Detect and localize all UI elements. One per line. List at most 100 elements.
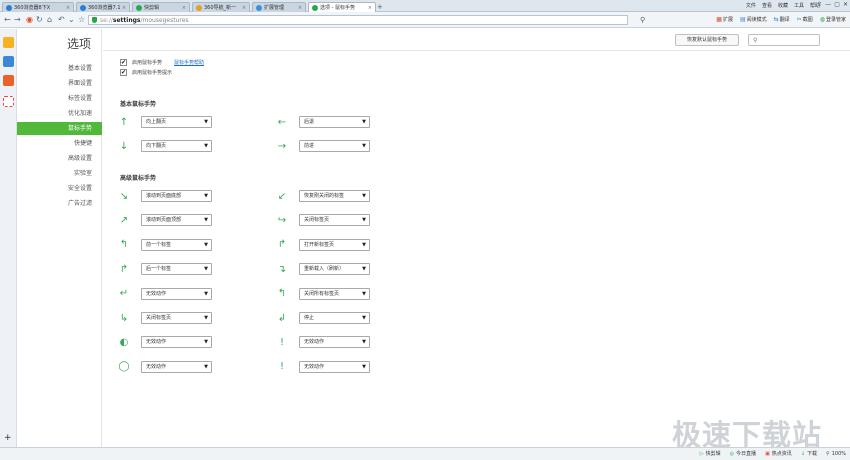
login-manager-button[interactable]: ◍ 登录管家 [820,16,846,23]
gesture-action-select[interactable]: 停止 ▼ [299,312,370,324]
maximize-icon[interactable]: ▢ [834,1,840,8]
browser-tab[interactable]: 360导航_新一 × [192,2,250,12]
new-tab-icon[interactable]: + [377,3,383,11]
gesture-action-value: 无效动作 [146,339,167,346]
gesture-up-left-icon: ↰ [119,239,129,251]
gesture-action-select[interactable]: 无效动作 ▼ [141,287,212,300]
translate-icon: ⇆ [773,16,779,23]
gesture-down-right-icon: ↘ [119,190,129,202]
extensions-icon: ▦ [716,16,722,23]
reading-mode-button[interactable]: ▤ 阅读模式 [740,16,767,23]
gesture-action-select[interactable]: 前一个标签 ▼ [141,238,212,251]
tab-bar: 360浏览器8下X × 360浏览器7.1: × 快剪辑 × 360导航_新一 × 扩展管理 × 选… [0,0,850,12]
gesture-action-select[interactable]: 无效动作 ▼ [141,360,212,373]
refresh-icon[interactable]: ↻ [36,15,43,24]
tab-close-icon[interactable]: × [182,5,186,11]
zoom-status[interactable]: ⚲ 100% [826,451,846,457]
add-app-icon[interactable]: + [4,433,12,443]
browser-tab[interactable]: 360浏览器7.1: × [76,2,130,12]
gesture-action-select[interactable]: 后一个标签 ▼ [141,263,212,276]
browser-tab[interactable]: 扩展管理 × [252,2,306,12]
weibo-icon[interactable] [3,75,14,86]
gesture-up-left-curve-icon: ↰ [277,288,287,300]
gesture-action-select[interactable]: 恢复刚关闭的标签 ▼ [299,190,370,202]
gesture-down-left-curve-icon: ↲ [277,312,287,324]
minimize-icon[interactable]: — [825,1,831,8]
gesture-action-select[interactable]: 滚动到页面顶部 ▼ [141,214,212,227]
screenshot-icon: ✂ [796,16,802,23]
menu-item[interactable]: 查看 [762,2,772,9]
gesture-action-select[interactable]: 向上翻页 ▼ [141,116,212,128]
dropdown-caret-icon: ▼ [362,193,366,199]
nav-item[interactable]: 高级设置 [17,152,102,165]
gesture-tips-checkbox[interactable]: ✔ [120,69,127,76]
mouse-wheel-right-icon: ! [279,361,284,373]
nav-item[interactable]: 鼠标手势 [17,122,102,135]
settings-search[interactable]: ⚲ [748,34,820,46]
dropdown-caret-icon: ▼ [362,363,366,370]
gesture-down-left-icon: ↵ [119,288,129,300]
gesture-action-select[interactable]: 后退 ▼ [299,116,370,128]
pin-window-icon[interactable]: ⇧ [817,1,822,8]
url-input[interactable]: se://settings/mousegestures [88,15,628,25]
menu-item[interactable]: 工具 [794,2,804,9]
tab-close-icon[interactable]: × [298,5,302,11]
notes-icon[interactable] [3,56,14,67]
search-engine-icon[interactable]: ⚲ [640,16,645,24]
nav-item[interactable]: 标签设置 [17,92,102,105]
gesture-action-select[interactable]: 滚动到页面底部 ▼ [141,190,212,202]
gesture-action-select[interactable]: 关闭所有标签页 ▼ [299,287,370,300]
restore-default-gestures-button[interactable]: 恢复默认鼠标手势 [675,34,739,46]
tab-close-icon[interactable]: × [368,5,372,11]
gesture-action-select[interactable]: 无效动作 ▼ [299,336,370,349]
nav-item[interactable]: 安全设置 [17,182,102,195]
gesture-action-select[interactable]: 关闭标签页 ▼ [141,312,212,324]
gesture-up-right-curve-icon: ↱ [277,239,287,251]
settings-search-input[interactable] [761,36,817,45]
gesture-action-select[interactable]: 打开新标签页 ▼ [299,238,370,251]
back-icon[interactable]: ← [4,15,11,24]
gesture-help-link[interactable]: 鼠标手势帮助 [174,59,204,66]
extensions-label: 扩展 [722,17,733,23]
extensions-button[interactable]: ▦ 扩展 [716,16,733,23]
home-360-icon[interactable]: ◉ [26,15,33,24]
forward-icon[interactable]: → [14,15,21,24]
nav-item[interactable]: 广告过滤 [17,197,102,210]
capture-icon[interactable] [3,96,14,107]
address-toolbar: ← → ◉ ↻ ⌂ ↶ ⌄ ☆ se://settings/mousegestu… [0,12,850,28]
bookmark-star-icon[interactable]: ☆ [78,15,85,24]
gesture-action-select[interactable]: 无效动作 ▼ [141,336,212,349]
gesture-action-select[interactable]: 前进 ▼ [299,140,370,152]
nav-item[interactable]: 界面设置 [17,77,102,90]
gesture-action-value: 打开新标签页 [304,241,335,248]
home-icon[interactable]: ⌂ [47,15,52,24]
browser-tab[interactable]: 快剪辑 × [132,2,190,12]
close-window-icon[interactable]: ✕ [843,1,848,8]
menu-chevron-icon[interactable]: ⌄ [68,15,75,24]
gesture-action-select[interactable]: 向下翻页 ▼ [141,140,212,152]
tab-favicon-icon [196,4,202,11]
menu-item[interactable]: 收藏 [778,2,788,9]
nav-item[interactable]: 实验室 [17,167,102,180]
browser-tab[interactable]: 选项 - 鼠标手势 × [308,2,376,12]
tab-close-icon[interactable]: × [242,5,246,11]
gesture-action-value: 无效动作 [146,290,167,297]
gesture-action-select[interactable]: 重新载入（刷新） ▼ [299,263,370,276]
nav-item[interactable]: 优化加速 [17,107,102,120]
favorites-star-icon[interactable] [3,37,14,48]
tab-close-icon[interactable]: × [66,5,70,11]
dropdown-caret-icon: ▼ [362,266,366,273]
translate-button[interactable]: ⇆ 翻译 [774,16,790,23]
gesture-action-select[interactable]: 无效动作 ▼ [299,360,370,373]
tab-close-icon[interactable]: × [122,5,126,11]
advanced-gestures-heading: 高级鼠标手势 [120,175,157,182]
nav-item[interactable]: 快捷键 [17,137,102,150]
menu-item[interactable]: 文件 [746,2,756,9]
nav-item[interactable]: 基本设置 [17,62,102,75]
gesture-tips-row: ✔ 启用鼠标手势提示 [120,69,172,76]
screenshot-button[interactable]: ✂ 截图 [797,16,813,23]
gesture-action-select[interactable]: 关闭标签页 ▼ [299,214,370,227]
browser-tab[interactable]: 360浏览器8下X × [2,2,74,12]
enable-gestures-checkbox[interactable]: ✔ [120,59,127,66]
undo-icon[interactable]: ↶ [58,15,65,24]
